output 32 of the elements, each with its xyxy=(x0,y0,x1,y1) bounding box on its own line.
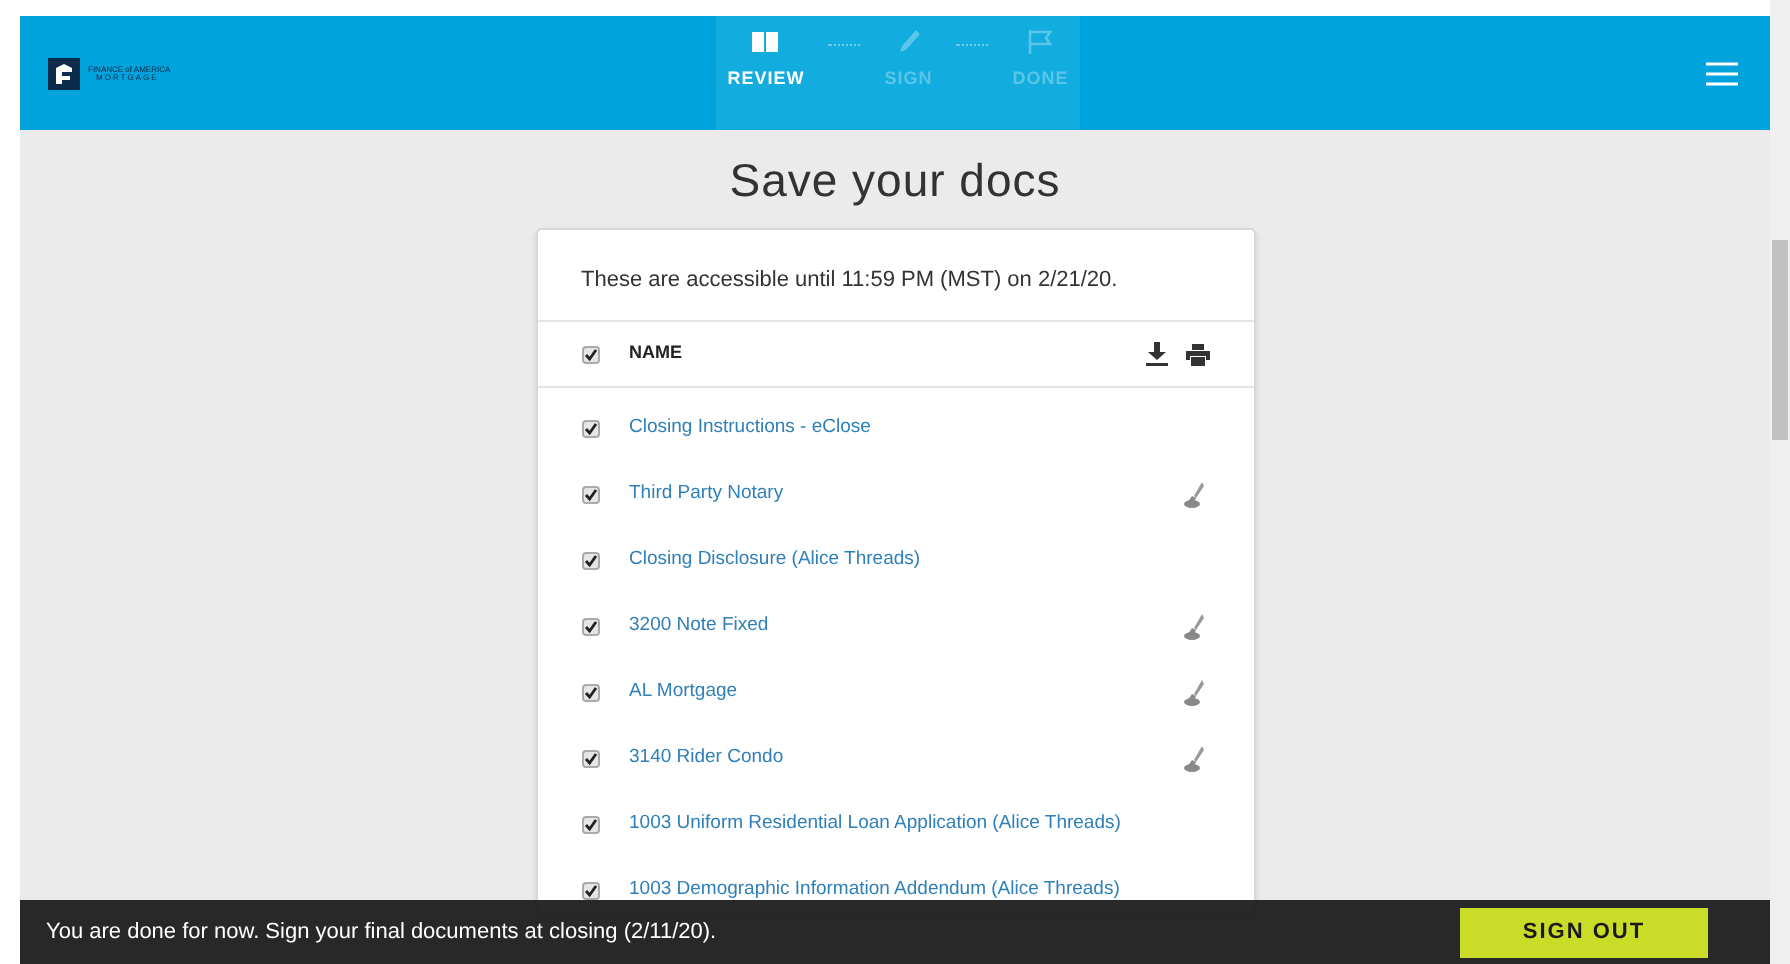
download-icon[interactable] xyxy=(1145,342,1167,366)
checkbox[interactable] xyxy=(581,881,599,899)
checkbox[interactable] xyxy=(581,419,599,437)
checkbox[interactable] xyxy=(581,345,599,363)
document-link[interactable]: 1003 Uniform Residential Loan Application (Alice Threads) xyxy=(629,809,1121,839)
checkbox[interactable] xyxy=(581,749,599,767)
print-icon[interactable] xyxy=(1185,343,1209,365)
document-link[interactable]: AL Mortgage xyxy=(629,677,738,707)
logo-icon xyxy=(48,57,80,89)
availability-note: These are accessible until 11:59 PM (MST) on 2/21/20. xyxy=(537,229,1253,322)
checkbox[interactable] xyxy=(581,617,599,635)
page-title: Save your docs xyxy=(729,152,1061,210)
document-link[interactable]: Closing Disclosure (Alice Threads) xyxy=(629,545,921,575)
checkbox[interactable] xyxy=(581,815,599,833)
flag-icon xyxy=(1025,28,1056,56)
sign-out-button[interactable]: SIGN OUT xyxy=(1460,907,1708,957)
document-link[interactable]: 1003 Demographic Information Addendum (Alice Threads) xyxy=(629,875,1120,905)
document-link[interactable]: Closing Instructions - eClose xyxy=(629,413,871,443)
step-label: REVIEW xyxy=(727,66,805,92)
step-label: DONE xyxy=(1012,66,1069,92)
document-link[interactable]: 3140 Rider Condo xyxy=(629,743,784,773)
checkbox[interactable] xyxy=(581,485,599,503)
scrollbar[interactable] xyxy=(1770,0,1790,964)
checkbox[interactable] xyxy=(581,683,599,701)
book-icon xyxy=(750,28,781,56)
column-header: NAME xyxy=(629,340,682,367)
menu-icon[interactable] xyxy=(1706,61,1738,85)
step-label: SIGN xyxy=(884,66,933,92)
document-link[interactable]: 3200 Note Fixed xyxy=(629,611,769,641)
footer-message: You are done for now. Sign your final documents at closing (2/11/20). xyxy=(46,917,717,948)
checkbox[interactable] xyxy=(581,551,599,569)
document-link[interactable]: Third Party Notary xyxy=(629,479,784,509)
